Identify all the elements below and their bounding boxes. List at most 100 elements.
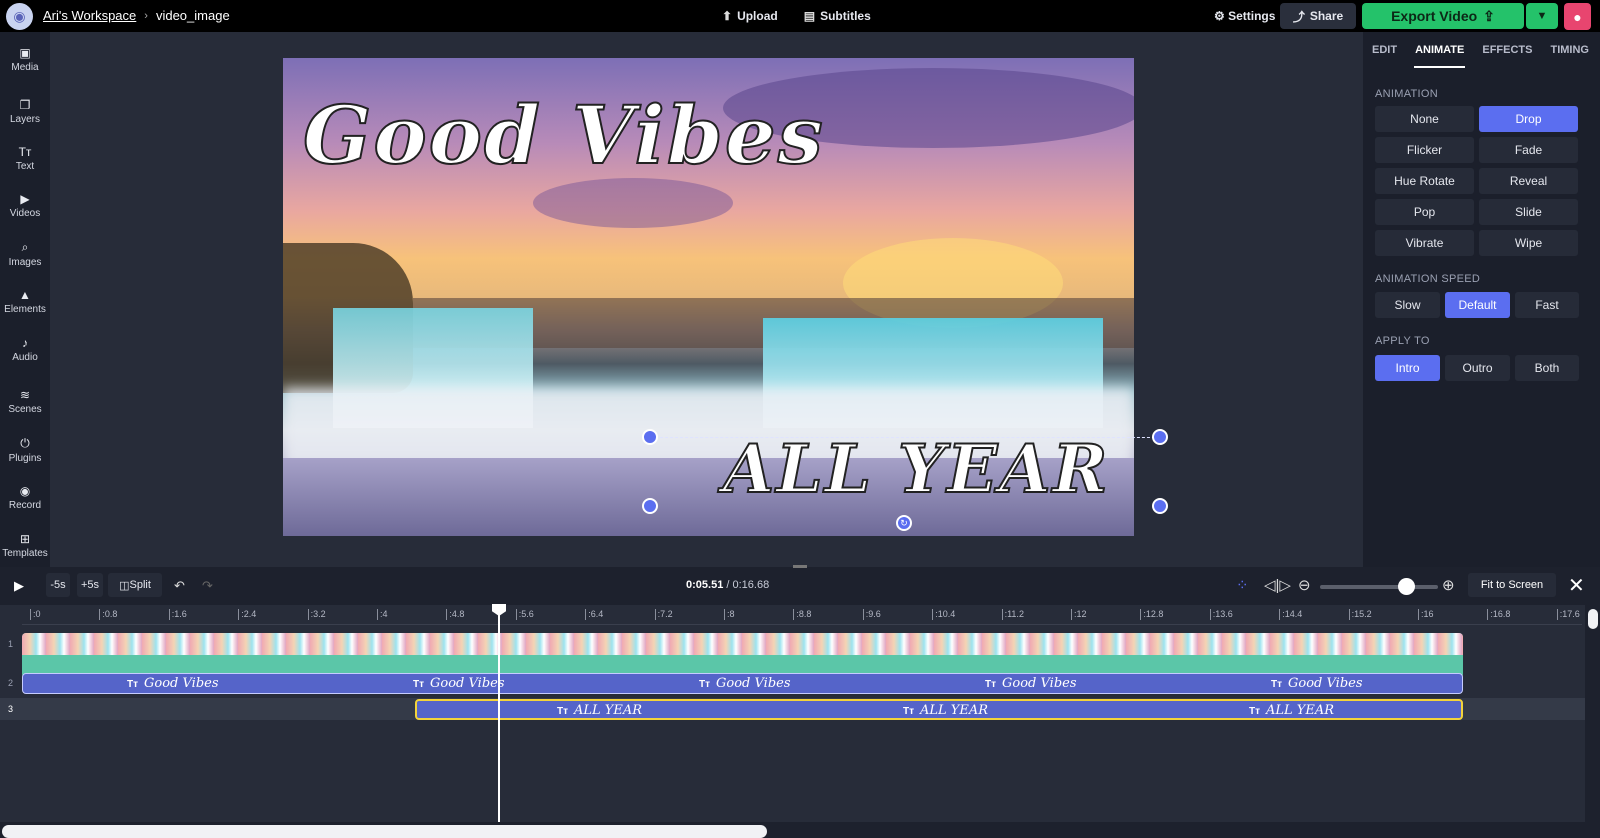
clip-label: Tт Good Vibes: [413, 676, 505, 691]
sidebar-item-scenes[interactable]: ≋ Scenes: [0, 388, 50, 415]
sidebar-item-record[interactable]: ◉ Record: [0, 484, 50, 511]
sidebar-item-videos[interactable]: ▶ Videos: [0, 192, 50, 219]
background-cloud: [533, 178, 733, 228]
animation-reveal-button[interactable]: Reveal: [1479, 168, 1578, 194]
track-number: 3: [8, 704, 14, 714]
fit-to-screen-button[interactable]: Fit to Screen: [1468, 573, 1556, 597]
text-clip-all-year[interactable]: Tт ALL YEAR Tт ALL YEAR Tт ALL YEAR: [415, 699, 1463, 720]
resize-handle[interactable]: [1152, 498, 1168, 514]
time-display: 0:05.51 / 0:16.68: [686, 579, 769, 591]
scrollbar-thumb[interactable]: [2, 825, 767, 838]
record-icon: ◉: [19, 484, 31, 498]
tab-timing[interactable]: TIMING: [1541, 44, 1598, 68]
export-video-button[interactable]: Export Video ⇪: [1362, 3, 1524, 29]
horizontal-scrollbar[interactable]: [0, 822, 1585, 838]
animation-hue-rotate-button[interactable]: Hue Rotate: [1375, 168, 1474, 194]
playhead[interactable]: [498, 605, 500, 838]
tab-animate[interactable]: ANIMATE: [1406, 44, 1473, 68]
undo-icon[interactable]: ↶: [174, 578, 185, 594]
canvas-text-all-year[interactable]: ALL YEAR: [722, 429, 1109, 509]
zoom-out-icon[interactable]: ⊖: [1298, 576, 1311, 594]
animation-drop-button[interactable]: Drop: [1479, 106, 1578, 132]
ruler-tick: :4.8: [446, 609, 464, 620]
subtitles-button[interactable]: ▤ Subtitles: [804, 9, 871, 23]
animation-slide-button[interactable]: Slide: [1479, 199, 1578, 225]
sidebar-item-audio[interactable]: ♪ Audio: [0, 336, 50, 363]
apply-intro-button[interactable]: Intro: [1375, 355, 1440, 381]
sidebar-item-templates[interactable]: ⊞ Templates: [0, 532, 50, 559]
ruler-tick: :3.2: [307, 609, 326, 620]
ruler-tick: :13.6: [1209, 609, 1233, 620]
panel-tabs: EDIT ANIMATE EFFECTS TIMING: [1363, 44, 1600, 68]
sidebar-item-plugins[interactable]: ⏻ Plugins: [0, 436, 50, 464]
sidebar-item-media[interactable]: ▣ Media: [0, 46, 50, 73]
user-avatar[interactable]: ●: [1564, 3, 1591, 30]
ruler-tick: :9.6: [862, 609, 881, 620]
video-preview[interactable]: Good Vibes ALL YEAR: [283, 58, 1134, 536]
speed-default-button[interactable]: Default: [1445, 292, 1510, 318]
redo-icon: ↷: [202, 578, 213, 593]
video-clip[interactable]: [22, 633, 1463, 678]
share-button[interactable]: ⤴ Share: [1280, 3, 1356, 29]
workspace-link[interactable]: Ari's Workspace: [43, 8, 136, 23]
skip-forward-button[interactable]: +5s: [77, 573, 103, 597]
scrollbar-thumb[interactable]: [1588, 609, 1598, 629]
text-clip-good-vibes[interactable]: Tт Good Vibes Tт Good Vibes Tт Good Vibes T…: [22, 673, 1463, 694]
ruler-tick: :4: [377, 609, 388, 620]
sidebar-item-elements[interactable]: ▲ Elements: [0, 288, 50, 315]
resize-handle[interactable]: [1152, 429, 1168, 445]
videos-icon: ▶: [20, 192, 30, 206]
resize-handle[interactable]: [642, 429, 658, 445]
animation-flicker-button[interactable]: Flicker: [1375, 137, 1474, 163]
layers-icon: ❐: [19, 98, 31, 112]
canvas-text-good-vibes[interactable]: Good Vibes: [302, 87, 825, 183]
media-icon: ▣: [19, 46, 31, 60]
vertical-scrollbar[interactable]: [1585, 605, 1600, 838]
time-ruler[interactable]: :0:0.8:1.6:2.4:3.2:4:4.8:5.6:6.4:7.2:8:8…: [22, 605, 1582, 625]
resize-handle[interactable]: [642, 498, 658, 514]
export-icon: ⇪: [1483, 7, 1495, 24]
split-view-icon[interactable]: ◁|▷: [1264, 576, 1291, 594]
share-icon: ⤴: [1292, 9, 1305, 24]
speed-slow-button[interactable]: Slow: [1375, 292, 1440, 318]
ruler-tick: :12: [1071, 609, 1087, 620]
animation-fade-button[interactable]: Fade: [1479, 137, 1578, 163]
audio-icon: ♪: [22, 336, 28, 350]
animation-vibrate-button[interactable]: Vibrate: [1375, 230, 1474, 256]
zoom-slider-knob[interactable]: [1398, 578, 1415, 595]
apply-outro-button[interactable]: Outro: [1445, 355, 1510, 381]
rotate-handle-icon[interactable]: ↻: [896, 515, 912, 531]
top-bar: ◉ Ari's Workspace › video_image ⬆ Upload …: [0, 0, 1600, 32]
tab-edit[interactable]: EDIT: [1363, 44, 1406, 68]
properties-panel: EDIT ANIMATE EFFECTS TIMING ANIMATION No…: [1363, 32, 1600, 567]
resize-divider-handle[interactable]: [793, 565, 807, 568]
tab-effects[interactable]: EFFECTS: [1473, 44, 1541, 68]
text-icon: Tт: [18, 145, 32, 159]
project-name[interactable]: video_image: [156, 8, 230, 23]
animation-speed-label: ANIMATION SPEED: [1375, 273, 1481, 285]
settings-button[interactable]: ⚙ Settings: [1214, 9, 1275, 23]
ruler-tick: :14.4: [1279, 609, 1302, 620]
close-timeline-icon[interactable]: ✕: [1568, 573, 1585, 598]
ruler-tick: :16.8: [1487, 609, 1510, 620]
animation-wipe-button[interactable]: Wipe: [1479, 230, 1578, 256]
split-button[interactable]: ◫ Split: [108, 573, 162, 597]
speed-fast-button[interactable]: Fast: [1515, 292, 1579, 318]
sidebar-item-text[interactable]: Tт Text: [0, 145, 50, 172]
zoom-slider[interactable]: [1320, 585, 1438, 589]
export-dropdown-button[interactable]: ▼: [1526, 3, 1558, 29]
ruler-tick: :2.4: [238, 609, 256, 620]
app-logo-icon[interactable]: ◉: [6, 3, 33, 30]
snap-icon[interactable]: ⁘: [1236, 576, 1249, 594]
sidebar-item-images[interactable]: ⌕ Images: [0, 240, 50, 268]
zoom-in-icon[interactable]: ⊕: [1442, 576, 1455, 594]
sidebar-item-layers[interactable]: ❐ Layers: [0, 98, 50, 125]
play-icon[interactable]: ▶: [14, 578, 28, 593]
animation-none-button[interactable]: None: [1375, 106, 1474, 132]
upload-button[interactable]: ⬆ Upload: [722, 9, 778, 23]
apply-both-button[interactable]: Both: [1515, 355, 1579, 381]
animation-pop-button[interactable]: Pop: [1375, 199, 1474, 225]
skip-back-button[interactable]: -5s: [46, 573, 70, 597]
templates-icon: ⊞: [19, 532, 31, 546]
ruler-tick: :10.4: [932, 609, 955, 620]
